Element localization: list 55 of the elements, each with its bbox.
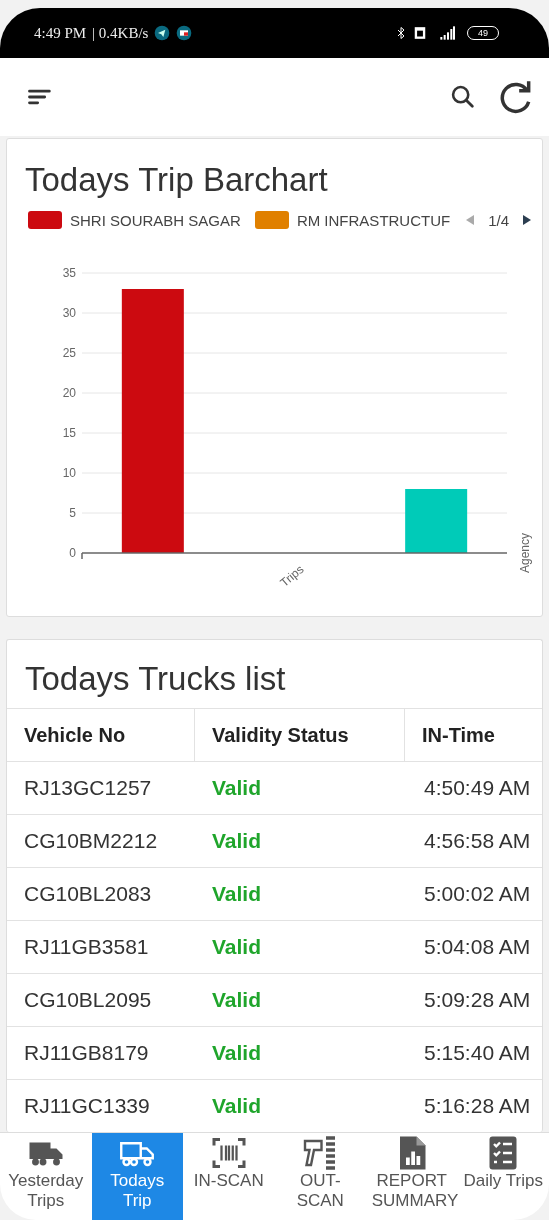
y-tick-label: 10: [62, 466, 76, 480]
table-cell-text: 4:50:49 AM: [423, 775, 532, 801]
bar: [405, 489, 468, 553]
legend-label: RM INFRASTRUCTUF: [296, 211, 451, 229]
table-cell-text: Valid: [211, 934, 263, 960]
nav-tab[interactable]: Yesterday Trips: [0, 1133, 92, 1220]
table-cell-text: RJ11GB8179: [23, 1040, 150, 1066]
bluetooth-icon: [395, 25, 407, 41]
table-cell-text: Valid: [211, 828, 263, 854]
sim-icon: [413, 26, 427, 40]
legend-page-indicator: 1/4: [488, 211, 510, 229]
table-cell-text: Valid: [211, 987, 263, 1013]
table-cell-text: 4:56:58 AM: [423, 828, 532, 854]
nav-tab[interactable]: Daily Trips: [457, 1133, 549, 1220]
table-cell-text: CG10BL2083: [23, 881, 153, 907]
legend-label: SHRI SOURABH SAGAR: [70, 211, 241, 229]
y-tick-label: 20: [62, 386, 76, 400]
nav-tab[interactable]: Todays Trip: [91, 1133, 183, 1220]
table-cell-text: CG10BM2212: [23, 828, 159, 854]
nav-tab[interactable]: REPORT SUMMARY: [366, 1133, 458, 1220]
table-cell-text: RJ13GC1257: [23, 775, 153, 801]
table-cell-text: RJ11GB3581: [23, 934, 150, 960]
column-header: IN-Time: [421, 722, 496, 748]
y-tick-label: 0: [69, 546, 76, 560]
app-notification-icon: [154, 25, 171, 41]
table-cell-text: Valid: [211, 881, 263, 907]
table-cell-text: 5:04:08 AM: [423, 934, 532, 960]
table-cell-text: RJ11GC1339: [23, 1093, 151, 1119]
battery-level: 49: [478, 28, 488, 38]
table-cell-text: CG10BL2095: [23, 987, 153, 1013]
barcode-scan-icon: [210, 1135, 247, 1171]
card-title: Todays Trip Barchart: [24, 160, 329, 199]
nav-tab[interactable]: OUT-SCAN: [274, 1133, 366, 1220]
table-cell-text: Valid: [211, 1093, 263, 1119]
y-tick-label: 30: [62, 306, 76, 320]
table-cell-text: 5:15:40 AM: [423, 1040, 532, 1066]
table-cell-text: Valid: [211, 1040, 263, 1066]
table-cell-text: 5:09:28 AM: [423, 987, 532, 1013]
y-tick-label: 15: [62, 426, 76, 440]
card-title: Todays Trucks list: [24, 659, 287, 699]
x-tick-label: Trips: [277, 562, 307, 590]
y-tick-label: 5: [69, 506, 76, 520]
table-cell-text: 5:00:02 AM: [423, 881, 532, 907]
column-header: Vehicle No: [7, 709, 195, 761]
y-tick-label: 25: [62, 346, 76, 360]
app-notification-icon: [176, 25, 193, 41]
nav-tab[interactable]: IN-SCAN: [183, 1133, 275, 1220]
network-speed: | 0.4KB/s: [92, 24, 149, 42]
search-icon[interactable]: [449, 83, 477, 111]
column-header: Validity Status: [195, 709, 405, 761]
y-tick-label: 35: [62, 266, 76, 280]
table-cell-text: Valid: [211, 775, 263, 801]
status-time: 4:49 PM: [34, 24, 87, 42]
table-cell-text: 5:16:28 AM: [423, 1093, 532, 1119]
axis-title: Agency: [518, 533, 532, 573]
